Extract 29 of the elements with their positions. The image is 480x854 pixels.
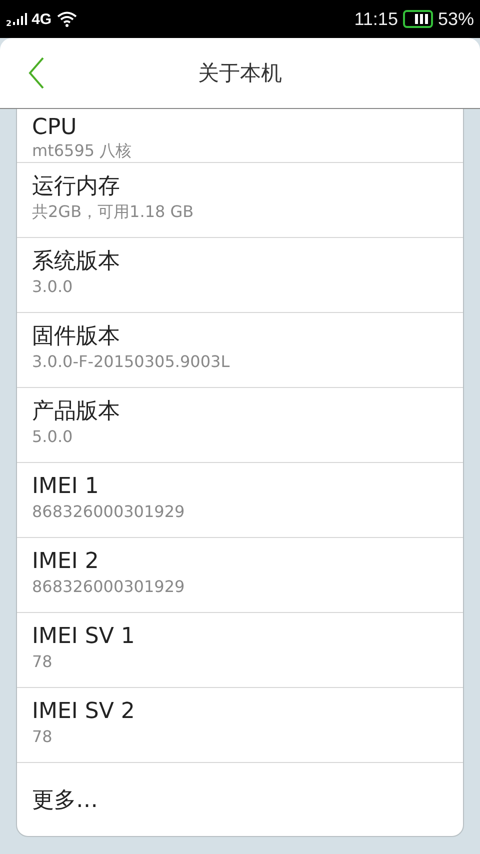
item-value: 3.0.0-F-20150305.9003L (32, 351, 231, 373)
item-title: 运行内存 (32, 173, 121, 201)
item-title: IMEI 1 (32, 473, 100, 501)
item-title: 系统版本 (32, 248, 121, 276)
item-value: mt6595 八核 (32, 140, 133, 162)
item-title: CPU (32, 116, 78, 140)
item-value: 78 (32, 651, 54, 673)
sim-number: 2 (6, 18, 12, 28)
network-type: 4G (32, 10, 52, 28)
item-value: 共2GB，可用1.18 GB (32, 201, 195, 223)
back-button[interactable] (28, 57, 44, 89)
item-value: 78 (32, 726, 54, 748)
item-title: 产品版本 (32, 398, 121, 426)
battery-icon (402, 10, 433, 28)
item-value: 3.0.0 (32, 276, 74, 298)
item-title: 固件版本 (32, 323, 121, 351)
item-title: IMEI SV 2 (32, 698, 136, 726)
item-value: 868326000301929 (32, 576, 186, 598)
item-value: 868326000301929 (32, 501, 186, 523)
page-title: 关于本机 (198, 60, 282, 87)
wifi-icon (56, 11, 77, 27)
item-title: IMEI SV 1 (32, 623, 136, 651)
battery-percent: 53% (438, 8, 474, 30)
clock-time: 11:15 (354, 8, 398, 30)
back-icon (28, 57, 44, 89)
item-title: IMEI 2 (32, 548, 100, 576)
more-item[interactable]: 更多… (17, 763, 463, 836)
item-value: 5.0.0 (32, 426, 74, 448)
signal-icon (12, 13, 27, 25)
